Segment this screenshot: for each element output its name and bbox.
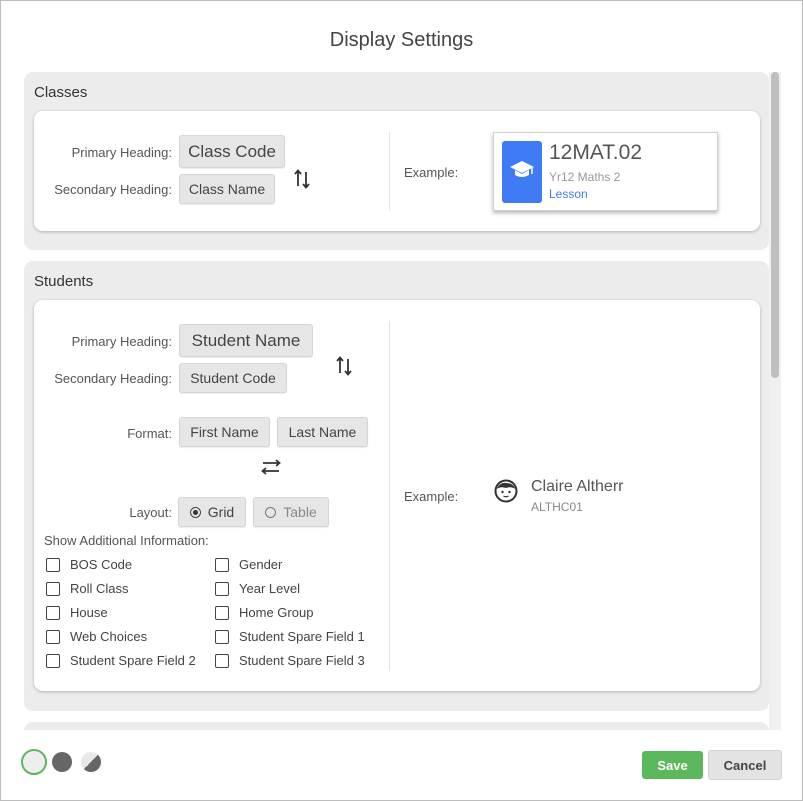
- checkbox-label: Year Level: [239, 581, 300, 596]
- classes-primary-heading-chip[interactable]: Class Code: [179, 135, 285, 168]
- format-last-name-chip[interactable]: Last Name: [277, 417, 368, 447]
- checkbox-label: Gender: [239, 557, 283, 572]
- checkbox-label: Student Spare Field 2: [70, 653, 196, 668]
- classes-secondary-heading-chip[interactable]: Class Name: [179, 174, 275, 204]
- class-example-subtitle: Yr12 Maths 2: [549, 170, 621, 184]
- dialog-title: Display Settings: [329, 29, 474, 51]
- radio-unselected-icon: [265, 506, 277, 518]
- checkbox-icon: [215, 653, 229, 668]
- save-button[interactable]: Save: [642, 751, 703, 779]
- layout-grid-label: Grid: [207, 504, 235, 520]
- layout-table-label: Table: [283, 504, 317, 520]
- students-divider: [389, 321, 390, 671]
- format-first-name-chip[interactable]: First Name: [179, 417, 270, 447]
- checkbox-icon: [215, 581, 229, 596]
- graduation-cap-icon: [509, 159, 535, 186]
- scrollbar[interactable]: [769, 72, 781, 730]
- format-label: Format:: [127, 426, 172, 441]
- display-settings-dialog: Display Settings Classes Primary Heading…: [0, 0, 803, 801]
- theme-dark-option[interactable]: [52, 752, 72, 772]
- checkbox-home-group[interactable]: Home Group: [215, 605, 313, 620]
- classes-primary-label: Primary Heading:: [71, 145, 172, 160]
- students-secondary-heading-chip[interactable]: Student Code: [179, 363, 287, 393]
- layout-grid-option[interactable]: Grid: [178, 497, 246, 527]
- class-example-title: 12MAT.02: [549, 141, 642, 164]
- additional-info-label: Show Additional Information:: [44, 533, 209, 548]
- classes-section: Classes Primary Heading: Class Code Seco…: [24, 72, 769, 250]
- checkbox-label: Student Spare Field 3: [239, 653, 365, 668]
- student-example-name: Claire Altherr: [531, 478, 624, 495]
- layout-label: Layout:: [129, 505, 172, 520]
- checkbox-label: Roll Class: [70, 581, 129, 596]
- theme-light-option[interactable]: [21, 749, 47, 775]
- radio-selected-icon: [189, 506, 201, 518]
- checkbox-label: Web Choices: [70, 629, 148, 644]
- checkbox-icon: [215, 605, 229, 620]
- students-primary-heading-chip[interactable]: Student Name: [179, 324, 313, 357]
- theme-auto-option[interactable]: [81, 752, 101, 772]
- checkbox-icon: [46, 605, 60, 620]
- students-primary-label: Primary Heading:: [71, 334, 172, 349]
- students-section-title: Students: [34, 273, 94, 290]
- checkbox-house[interactable]: House: [46, 605, 108, 620]
- checkbox-icon: [215, 629, 229, 644]
- students-secondary-label: Secondary Heading:: [54, 371, 172, 386]
- classes-section-title: Classes: [34, 84, 88, 101]
- scrollbar-thumb[interactable]: [771, 72, 779, 378]
- checkbox-icon: [46, 653, 60, 668]
- checkbox-gender[interactable]: Gender: [215, 557, 282, 572]
- checkbox-student-spare-field-3[interactable]: Student Spare Field 3: [215, 653, 365, 668]
- checkbox-web-choices[interactable]: Web Choices: [46, 629, 147, 644]
- students-card: Primary Heading: Student Name Secondary …: [34, 300, 760, 691]
- settings-scroll-area[interactable]: Classes Primary Heading: Class Code Seco…: [24, 72, 769, 730]
- classes-divider: [389, 132, 390, 211]
- swap-vertical-icon[interactable]: [335, 355, 353, 377]
- checkbox-icon: [46, 581, 60, 596]
- checkbox-bos-code[interactable]: BOS Code: [46, 557, 132, 572]
- checkbox-label: House: [70, 605, 108, 620]
- cancel-button[interactable]: Cancel: [708, 750, 782, 780]
- classes-example-label: Example:: [404, 165, 459, 180]
- swap-vertical-icon[interactable]: [293, 168, 311, 190]
- students-section: Students Primary Heading: Student Name S…: [24, 261, 769, 711]
- class-example-link[interactable]: Lesson: [549, 187, 588, 201]
- classes-secondary-label: Secondary Heading:: [54, 182, 172, 197]
- swap-horizontal-icon[interactable]: [260, 458, 282, 476]
- layout-table-option[interactable]: Table: [253, 497, 329, 527]
- classes-card: Primary Heading: Class Code Secondary He…: [34, 111, 760, 231]
- checkbox-student-spare-field-1[interactable]: Student Spare Field 1: [215, 629, 365, 644]
- class-example-card: 12MAT.02 Yr12 Maths 2 Lesson: [493, 132, 718, 211]
- checkbox-student-spare-field-2[interactable]: Student Spare Field 2: [46, 653, 196, 668]
- checkbox-icon: [46, 557, 60, 572]
- students-example-label: Example:: [404, 489, 459, 504]
- checkbox-icon: [46, 629, 60, 644]
- checkbox-label: BOS Code: [70, 557, 133, 572]
- student-example-code: ALTHC01: [531, 500, 583, 514]
- checkbox-label: Home Group: [239, 605, 314, 620]
- checkbox-icon: [215, 557, 229, 572]
- next-section-peek: [24, 722, 769, 730]
- student-face-icon: [494, 479, 518, 503]
- checkbox-year-level[interactable]: Year Level: [215, 581, 300, 596]
- checkbox-label: Student Spare Field 1: [239, 629, 365, 644]
- class-icon-tile: [502, 141, 542, 203]
- checkbox-roll-class[interactable]: Roll Class: [46, 581, 129, 596]
